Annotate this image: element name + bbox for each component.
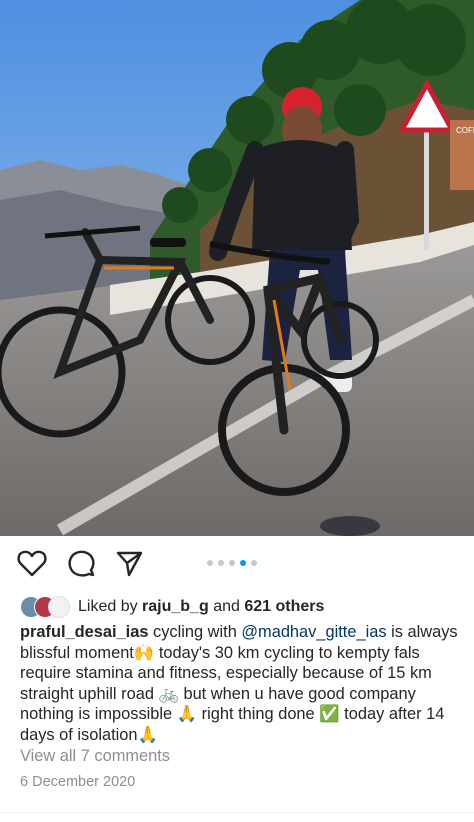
likes-count[interactable]: 621 others — [244, 598, 324, 615]
likes-text: Liked by raju_b_g and 621 others — [78, 598, 324, 616]
post-photo-illustration: COFFEE — [0, 0, 474, 536]
coffee-sign-text: COFFEE — [456, 126, 474, 135]
carousel-dot-active — [240, 560, 246, 566]
avatar — [48, 596, 70, 618]
like-button[interactable] — [17, 550, 47, 580]
divider — [0, 812, 474, 813]
likes-summary[interactable]: Liked by raju_b_g and 621 others — [20, 596, 324, 618]
carousel-dot — [207, 560, 213, 566]
carousel-dot — [229, 560, 235, 566]
carousel-dot — [251, 560, 257, 566]
post-date: 6 December 2020 — [20, 774, 136, 790]
liker-username[interactable]: raju_b_g — [142, 598, 209, 615]
comment-button[interactable] — [66, 550, 96, 580]
likes-prefix: Liked by — [78, 598, 138, 615]
heart-icon — [17, 549, 47, 582]
caption-mention[interactable]: @madhav_gitte_ias — [241, 623, 386, 641]
caption-text: cycling with — [153, 623, 237, 641]
view-all-comments-link[interactable]: View all 7 comments — [20, 747, 170, 766]
send-icon — [115, 549, 143, 582]
share-button[interactable] — [114, 550, 144, 580]
post-photo[interactable]: COFFEE — [0, 0, 474, 536]
carousel-indicator — [207, 560, 257, 566]
caption-text: is always blissful moment🙌 today's 30 km… — [20, 623, 458, 744]
carousel-dot — [218, 560, 224, 566]
caption-username[interactable]: praful_desai_ias — [20, 623, 148, 641]
post-caption: praful_desai_ias cycling with @madhav_gi… — [20, 622, 460, 746]
likes-and: and — [213, 598, 240, 615]
comment-icon — [67, 549, 95, 582]
liker-avatars — [20, 596, 72, 618]
